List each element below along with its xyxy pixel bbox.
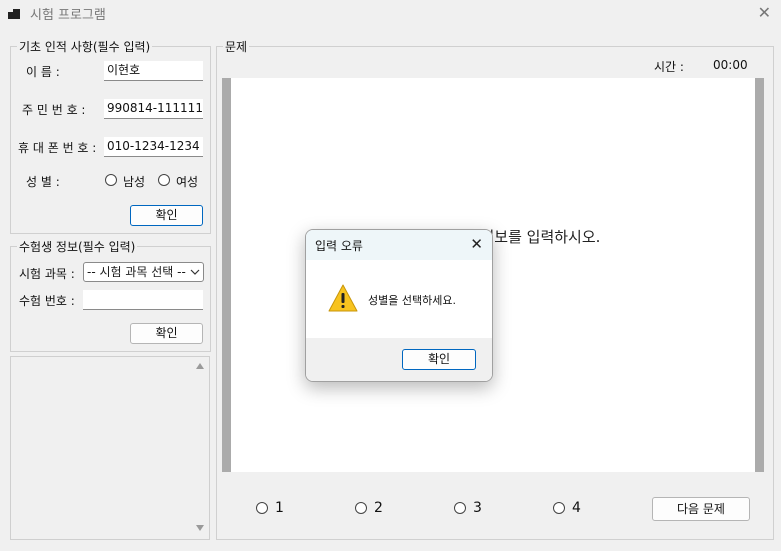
window-title: 시험 프로그램 [30,8,106,23]
gender-male-label: 남성 [123,175,146,189]
scroll-down-icon[interactable] [196,525,204,531]
chevron-down-icon [190,263,200,281]
ssn-label: 주 민 번 호 : [22,103,86,117]
next-question-button[interactable]: 다음 문제 [652,497,750,521]
exam-number-field[interactable] [83,290,203,310]
phone-label: 휴 대 폰 번 호 : [18,141,97,155]
option-4-radio[interactable] [553,502,565,514]
title-bar: 시험 프로그램 ✕ [0,0,781,26]
name-label: 이 름 : [26,65,60,79]
error-dialog: 입력 오류 ✕ 성별을 선택하세요. 확인 [305,229,493,382]
subject-label: 시험 과목 : [19,267,75,281]
gender-female-label: 여성 [176,175,199,189]
option-4-label: 4 [572,500,581,516]
result-listbox[interactable] [10,356,210,540]
basic-info-legend: 기초 인적 사항(필수 입력) [17,38,153,55]
warning-icon [328,284,358,312]
gender-female-radio[interactable] [158,174,170,186]
subject-select[interactable]: -- 시험 과목 선택 -- [83,262,204,282]
basic-confirm-button[interactable]: 확인 [130,205,203,226]
option-1-label: 1 [275,500,284,516]
gender-male-radio[interactable] [105,174,117,186]
window-close-icon[interactable]: ✕ [758,3,771,22]
dialog-body: 성별을 선택하세요. [306,260,492,338]
exam-number-label: 수험 번호 : [19,294,75,308]
phone-field[interactable]: 010-1234-1234 [104,137,203,157]
question-legend: 문제 [223,38,250,55]
option-2-radio[interactable] [355,502,367,514]
option-3-radio[interactable] [454,502,466,514]
dialog-close-icon[interactable]: ✕ [470,235,483,253]
app-icon [8,7,20,19]
subject-select-value: -- 시험 과목 선택 -- [87,265,186,279]
ssn-field[interactable]: 990814-1111111 [104,99,203,119]
exam-info-legend: 수험생 정보(필수 입력) [17,238,138,255]
option-3-label: 3 [473,500,482,516]
scroll-up-icon[interactable] [196,363,204,369]
dialog-message: 성별을 선택하세요. [368,294,456,307]
question-panel: 시험 과목 및 수험생 정보를 입력하시오. [222,78,764,472]
dialog-title-bar: 입력 오류 ✕ [306,230,492,260]
name-field[interactable]: 이현호 [104,61,203,81]
exam-confirm-button[interactable]: 확인 [130,323,203,344]
time-label: 시간 : [654,60,684,74]
time-value: 00:00 [713,58,748,72]
option-1-radio[interactable] [256,502,268,514]
gender-label: 성 별 : [26,175,60,189]
dialog-title: 입력 오류 [315,239,363,253]
dialog-ok-button[interactable]: 확인 [402,349,476,370]
dialog-footer: 확인 [306,338,492,381]
option-2-label: 2 [374,500,383,516]
